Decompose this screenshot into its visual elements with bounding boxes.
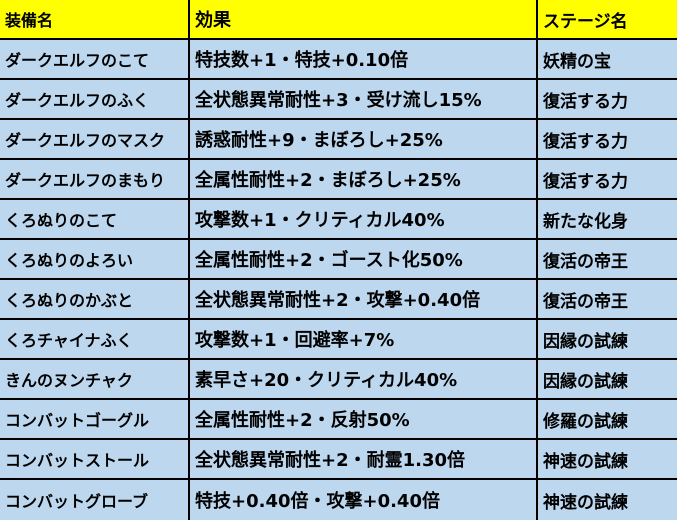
cell-effect: 特技数+1・特技+0.10倍 [190,40,538,80]
cell-stage-name: 因縁の試練 [538,360,677,400]
cell-effect: 全状態異常耐性+2・攻撃+0.40倍 [190,280,538,320]
cell-equipment-name: ダークエルフのふく [0,80,190,120]
cell-equipment-name: きんのヌンチャク [0,360,190,400]
cell-stage-name: 妖精の宝 [538,40,677,80]
cell-effect: 攻撃数+1・回避率+7% [190,320,538,360]
cell-stage-name: 神速の試練 [538,440,677,480]
cell-stage-name: 復活の帝王 [538,240,677,280]
cell-stage-name: 復活する力 [538,160,677,200]
header-stage-name: ステージ名 [538,0,677,40]
cell-stage-name: 復活の帝王 [538,280,677,320]
cell-effect: 全属性耐性+2・ゴースト化50% [190,240,538,280]
cell-effect: 全属性耐性+2・まぼろし+25% [190,160,538,200]
equipment-table: 装備名 効果 ステージ名 ダークエルフのこて 特技数+1・特技+0.10倍 妖精の宝… [0,0,677,520]
cell-equipment-name: くろぬりのよろい [0,240,190,280]
cell-equipment-name: ダークエルフのこて [0,40,190,80]
cell-equipment-name: くろチャイナふく [0,320,190,360]
cell-stage-name: 修羅の試練 [538,400,677,440]
cell-stage-name: 新たな化身 [538,200,677,240]
cell-equipment-name: くろぬりのかぶと [0,280,190,320]
cell-effect: 特技+0.40倍・攻撃+0.40倍 [190,480,538,520]
cell-stage-name: 復活する力 [538,80,677,120]
cell-effect: 全状態異常耐性+2・耐霊1.30倍 [190,440,538,480]
cell-equipment-name: コンバットストール [0,440,190,480]
cell-effect: 攻撃数+1・クリティカル40% [190,200,538,240]
cell-effect: 誘惑耐性+9・まぼろし+25% [190,120,538,160]
cell-equipment-name: ダークエルフのマスク [0,120,190,160]
cell-effect: 素早さ+20・クリティカル40% [190,360,538,400]
header-effect: 効果 [190,0,538,40]
cell-equipment-name: コンバットグローブ [0,480,190,520]
cell-stage-name: 復活する力 [538,120,677,160]
cell-effect: 全属性耐性+2・反射50% [190,400,538,440]
cell-equipment-name: ダークエルフのまもり [0,160,190,200]
cell-stage-name: 因縁の試練 [538,320,677,360]
header-equipment-name: 装備名 [0,0,190,40]
cell-stage-name: 神速の試練 [538,480,677,520]
cell-effect: 全状態異常耐性+3・受け流し15% [190,80,538,120]
cell-equipment-name: くろぬりのこて [0,200,190,240]
cell-equipment-name: コンバットゴーグル [0,400,190,440]
